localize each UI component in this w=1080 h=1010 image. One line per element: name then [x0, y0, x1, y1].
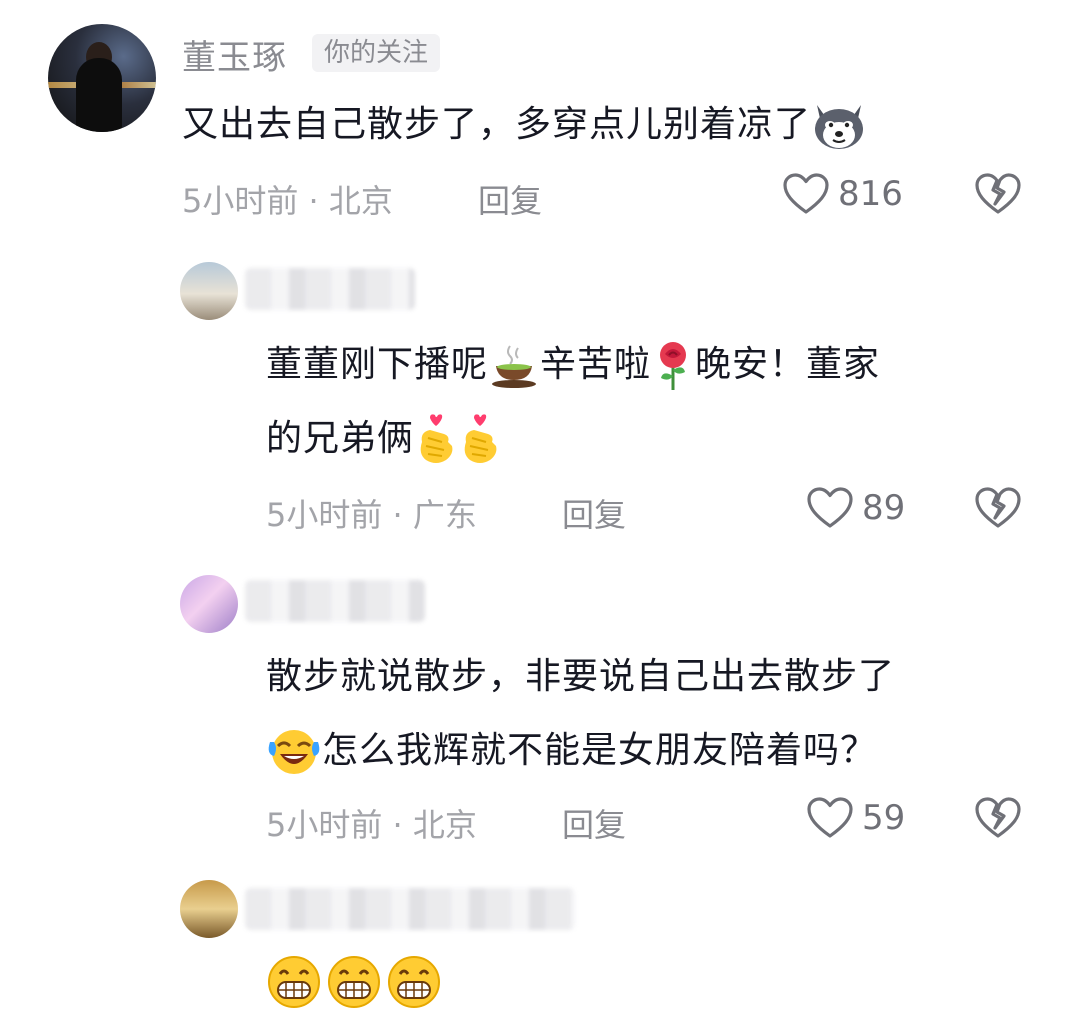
blurred-username[interactable]: [245, 268, 415, 310]
grinning-face-icon: [328, 956, 380, 1008]
comment-text: 董董刚下播呢 辛苦啦 晚安！董家 的兄弟俩: [266, 328, 880, 476]
heart-outline-icon: [783, 173, 829, 214]
husky-face-icon: [811, 101, 867, 151]
dislike-button[interactable]: [974, 172, 1022, 216]
like-button[interactable]: 816: [782, 172, 903, 216]
avatar[interactable]: [180, 262, 238, 320]
heart-outline-icon: [807, 797, 853, 838]
dislike-button[interactable]: [974, 796, 1022, 840]
dislike-button[interactable]: [974, 486, 1022, 530]
blurred-username[interactable]: [245, 580, 425, 622]
grinning-face-icon: [268, 956, 320, 1008]
heart-outline-icon: [807, 487, 853, 528]
broken-heart-icon: [975, 797, 1021, 838]
like-button[interactable]: 59: [806, 796, 905, 840]
like-count: 816: [838, 174, 903, 214]
comment-text: 散步就说散步，非要说自己出去散步了 怎么我辉就不能是女朋友陪着吗？: [266, 640, 895, 788]
reply-button[interactable]: 回复: [562, 800, 626, 846]
grinning-face-icon: [388, 956, 440, 1008]
comment-meta: 5小时前 · 北京: [182, 182, 393, 220]
like-count: 89: [862, 488, 906, 528]
avatar[interactable]: [48, 24, 156, 132]
reply-button[interactable]: 回复: [562, 490, 626, 536]
reply-button[interactable]: 回复: [478, 176, 542, 222]
broken-heart-icon: [975, 487, 1021, 528]
comment-meta: 5小时前 · 北京: [266, 806, 477, 844]
avatar[interactable]: [180, 880, 238, 938]
broken-heart-icon: [975, 173, 1021, 214]
finger-heart-icon: [458, 412, 502, 468]
blurred-username[interactable]: [245, 888, 575, 930]
tea-cup-icon: [488, 342, 540, 390]
like-button[interactable]: 89: [806, 486, 905, 530]
comment-meta: 5小时前 · 广东: [266, 496, 477, 534]
username[interactable]: 董玉琢: [182, 30, 287, 79]
like-count: 59: [862, 798, 906, 838]
follow-badge: 你的关注: [312, 34, 441, 72]
avatar[interactable]: [180, 575, 238, 633]
finger-heart-icon: [414, 412, 458, 468]
comment-text: [266, 954, 442, 1010]
rose-icon: [651, 340, 695, 392]
comment-text: 又出去自己散步了，多穿点儿别着凉了: [182, 88, 867, 162]
laughing-crying-icon: [266, 726, 322, 778]
